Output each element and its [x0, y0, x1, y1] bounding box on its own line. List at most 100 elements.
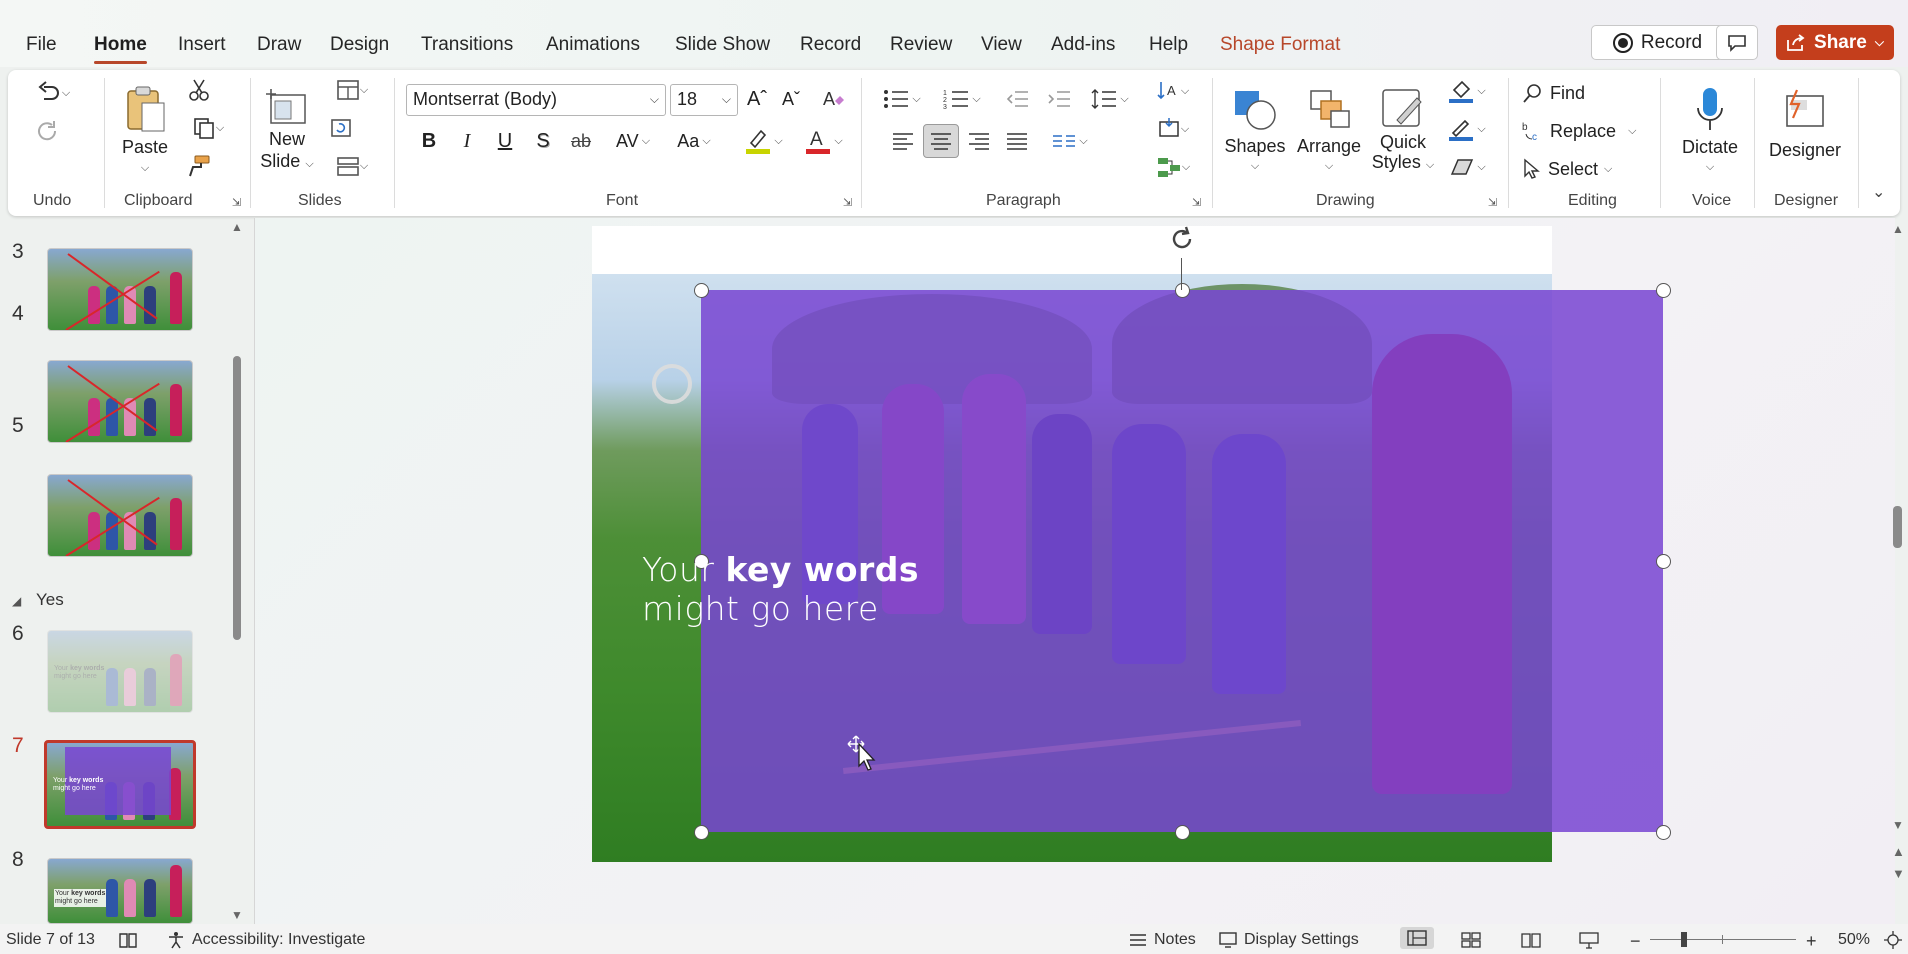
decrease-indent-button[interactable]	[1002, 84, 1032, 114]
rotate-handle-icon[interactable]	[1167, 224, 1197, 254]
new-slide-button[interactable]: New Slide ⌵	[258, 76, 316, 184]
redo-button[interactable]	[28, 116, 68, 146]
section-header-yes[interactable]: Yes	[36, 590, 64, 610]
resize-handle-bottom-left[interactable]	[694, 825, 709, 840]
tab-insert[interactable]: Insert	[178, 34, 226, 56]
zoom-out-button[interactable]: −	[1630, 931, 1641, 952]
tab-help[interactable]: Help	[1149, 34, 1188, 56]
align-left-button[interactable]	[888, 126, 918, 156]
spell-check-button[interactable]	[118, 931, 138, 949]
slide-thumbnail-6[interactable]: Your key words might go here	[47, 630, 193, 713]
tab-animations[interactable]: Animations	[546, 34, 640, 56]
dictate-button[interactable]: Dictate ⌵	[1672, 74, 1748, 186]
reset-slide-button[interactable]	[326, 114, 356, 142]
thumbnail-scrollbar[interactable]: ▲ ▼	[231, 220, 243, 922]
highlight-color-button[interactable]: ⌵	[738, 126, 790, 156]
notes-button[interactable]: Notes	[1128, 931, 1196, 949]
zoom-slider-thumb[interactable]	[1681, 932, 1687, 947]
scrollbar-thumb[interactable]	[1893, 506, 1902, 548]
tab-file[interactable]: File	[26, 34, 57, 56]
align-text-button[interactable]: ⌵	[1150, 114, 1196, 144]
resize-handle-right[interactable]	[1656, 554, 1671, 569]
columns-button[interactable]: ⌵	[1044, 126, 1096, 156]
character-spacing-button[interactable]: AV ⌵	[608, 126, 658, 156]
tab-add-ins[interactable]: Add-ins	[1051, 34, 1115, 56]
zoom-level[interactable]: 50%	[1838, 931, 1870, 949]
font-size-combo[interactable]: 18 ⌵	[670, 84, 738, 116]
slide-thumbnail-7[interactable]: Your key words might go here	[44, 740, 196, 829]
shapes-button[interactable]: Shapes ⌵	[1222, 74, 1288, 186]
next-slide-icon[interactable]: ▼	[1892, 866, 1905, 881]
slide-thumbnail-8[interactable]: Your key words might go here	[47, 858, 193, 924]
dialog-launcher-icon[interactable]: ⇲	[843, 196, 852, 209]
resize-handle-top-right[interactable]	[1656, 283, 1671, 298]
clear-formatting-button[interactable]: A	[818, 84, 848, 114]
collapse-section-icon[interactable]: ◢	[12, 594, 21, 608]
copy-button[interactable]: ⌵	[184, 114, 232, 142]
tab-slide-show[interactable]: Slide Show	[675, 34, 770, 56]
decrease-font-size-button[interactable]: Aˇ	[776, 84, 806, 114]
scroll-up-arrow-icon[interactable]: ▲	[1892, 222, 1904, 236]
resize-handle-bottom[interactable]	[1175, 825, 1190, 840]
collapse-ribbon-icon[interactable]: ⌄	[1872, 182, 1885, 202]
shape-effects-button[interactable]: ⌵	[1442, 152, 1492, 182]
slide-show-button[interactable]	[1578, 931, 1600, 949]
zoom-slider-track[interactable]	[1650, 939, 1796, 940]
section-button[interactable]: ⌵	[326, 152, 378, 180]
format-painter-button[interactable]	[184, 152, 214, 180]
align-right-button[interactable]	[964, 126, 994, 156]
arrange-button[interactable]: Arrange ⌵	[1294, 74, 1364, 186]
shape-outline-button[interactable]: ⌵	[1442, 114, 1492, 144]
italic-button[interactable]: I	[452, 126, 482, 156]
tab-shape-format[interactable]: Shape Format	[1220, 34, 1340, 56]
layout-button[interactable]: ⌵	[326, 76, 378, 104]
shadow-button[interactable]: S	[528, 126, 558, 156]
scrollbar-thumb[interactable]	[233, 356, 241, 640]
resize-handle-bottom-right[interactable]	[1656, 825, 1671, 840]
increase-font-size-button[interactable]: Aˆ	[742, 84, 772, 114]
shape-fill-button[interactable]: ⌵	[1442, 76, 1492, 106]
replace-button[interactable]: bc Replace ⌵	[1522, 116, 1652, 146]
bold-button[interactable]: B	[414, 126, 444, 156]
reading-view-button[interactable]	[1520, 931, 1542, 949]
share-button[interactable]: Share ⌵	[1776, 25, 1894, 60]
slide-sorter-button[interactable]	[1460, 931, 1482, 949]
quick-styles-button[interactable]: Quick Styles ⌵	[1370, 74, 1436, 186]
comments-button[interactable]	[1716, 25, 1758, 60]
align-center-button[interactable]	[923, 124, 959, 158]
change-case-button[interactable]: Aa ⌵	[668, 126, 720, 156]
font-color-button[interactable]: A ⌵	[798, 126, 850, 156]
previous-slide-icon[interactable]: ▲	[1892, 844, 1905, 859]
slide-thumbnail-5[interactable]	[47, 474, 193, 557]
justify-button[interactable]	[1002, 126, 1032, 156]
text-direction-button[interactable]: A ⌵	[1150, 76, 1196, 106]
canvas-scrollbar[interactable]: ▲ ▼ ▲ ▼	[1890, 218, 1908, 924]
normal-view-button[interactable]	[1400, 927, 1434, 949]
zoom-in-button[interactable]: +	[1806, 931, 1817, 952]
display-settings-button[interactable]: Display Settings	[1218, 931, 1359, 949]
convert-to-smartart-button[interactable]: ⌵	[1150, 152, 1196, 182]
slide-title-text[interactable]: Your key words might go here	[642, 550, 919, 628]
scroll-down-arrow-icon[interactable]: ▼	[1892, 818, 1904, 832]
slide-indicator[interactable]: Slide 7 of 13	[6, 931, 95, 949]
font-name-combo[interactable]: Montserrat (Body) ⌵	[406, 84, 666, 116]
slide-thumbnail-4[interactable]	[47, 360, 193, 443]
scroll-down-arrow-icon[interactable]: ▼	[231, 908, 243, 922]
designer-button[interactable]: Designer	[1762, 74, 1848, 174]
dialog-launcher-icon[interactable]: ⇲	[1192, 196, 1201, 209]
fit-to-window-button[interactable]	[1884, 931, 1902, 949]
resize-handle-top[interactable]	[1175, 283, 1190, 298]
underline-button[interactable]: U	[490, 126, 520, 156]
tab-design[interactable]: Design	[330, 34, 389, 56]
line-spacing-button[interactable]: ⌵	[1084, 84, 1136, 114]
increase-indent-button[interactable]	[1044, 84, 1074, 114]
paste-button[interactable]: Paste ⌵	[114, 76, 176, 184]
scroll-up-arrow-icon[interactable]: ▲	[231, 220, 243, 234]
find-button[interactable]: Find	[1522, 78, 1622, 108]
numbering-button[interactable]: 123 ⌵	[936, 84, 988, 114]
slide-thumbnail-3[interactable]	[47, 248, 193, 331]
dialog-launcher-icon[interactable]: ⇲	[1488, 196, 1497, 209]
resize-handle-top-left[interactable]	[694, 283, 709, 298]
record-button[interactable]: Record	[1591, 25, 1724, 60]
bullets-button[interactable]: ⌵	[876, 84, 928, 114]
